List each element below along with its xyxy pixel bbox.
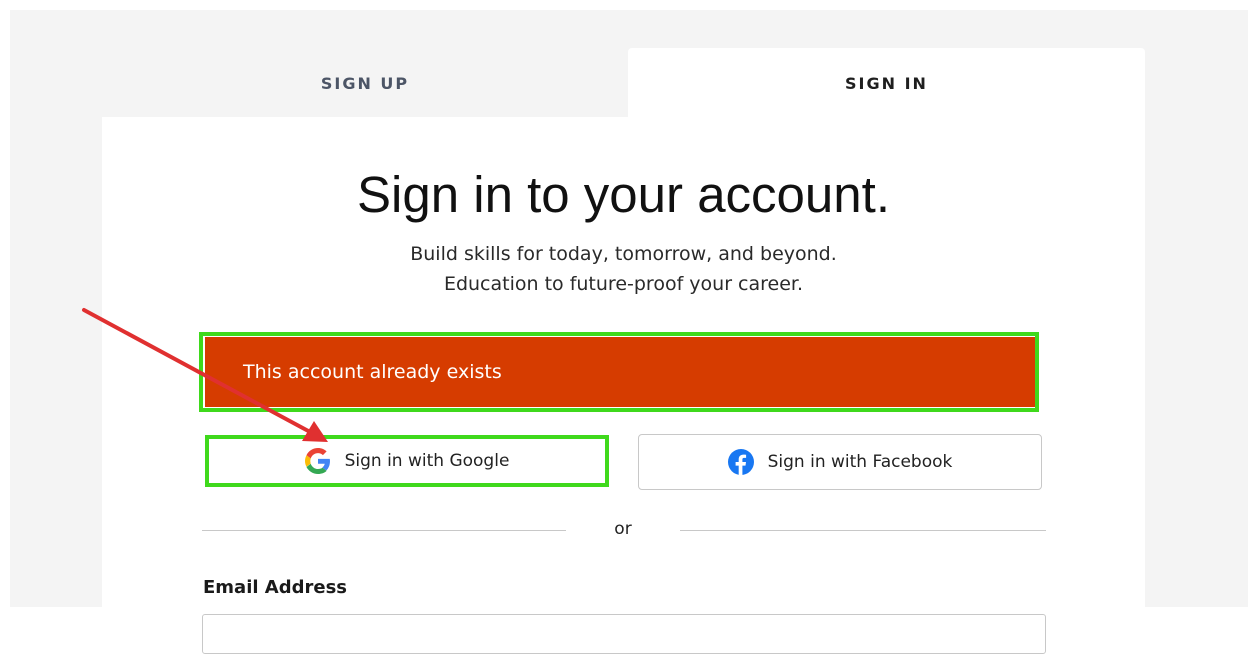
page-background: SIGN UP SIGN IN Sign in to your account.… bbox=[10, 10, 1248, 654]
email-address-label: Email Address bbox=[203, 577, 348, 598]
tab-sign-up[interactable]: SIGN UP bbox=[102, 50, 628, 116]
subtitle-line-2: Education to future-proof your career. bbox=[443, 273, 804, 295]
google-icon bbox=[304, 448, 331, 474]
error-alert: This account already exists bbox=[205, 337, 1035, 407]
divider-line-right bbox=[680, 530, 1046, 531]
page-subtitle: Build skills for today, tomorrow, and be… bbox=[102, 239, 1145, 299]
google-button-label: Sign in with Google bbox=[344, 451, 510, 471]
facebook-button-label: Sign in with Facebook bbox=[767, 452, 953, 472]
sign-in-with-facebook-button[interactable]: Sign in with Facebook bbox=[638, 434, 1042, 490]
or-separator: or bbox=[614, 519, 632, 539]
page-title: Sign in to your account. bbox=[357, 166, 890, 223]
divider-line-left bbox=[202, 530, 566, 531]
tab-sign-in[interactable]: SIGN IN bbox=[628, 48, 1145, 118]
email-address-input[interactable] bbox=[202, 614, 1046, 654]
sign-in-card: Sign in to your account. Build skills fo… bbox=[102, 117, 1145, 654]
sign-in-with-google-button[interactable]: Sign in with Google bbox=[205, 435, 609, 487]
subtitle-line-1: Build skills for today, tomorrow, and be… bbox=[410, 243, 837, 265]
facebook-icon bbox=[727, 449, 754, 475]
